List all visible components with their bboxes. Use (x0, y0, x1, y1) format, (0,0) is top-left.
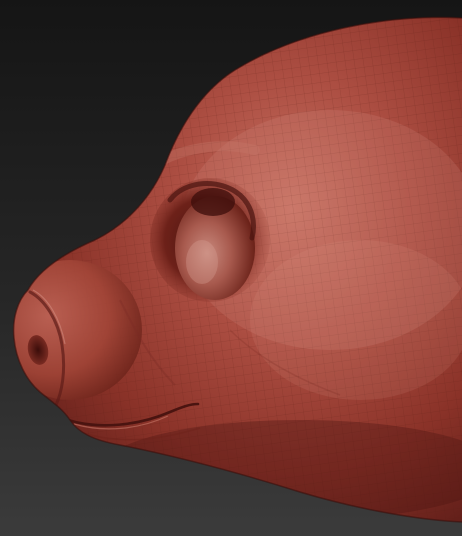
sculpt-viewport[interactable] (0, 0, 462, 536)
sculpt-render (0, 0, 462, 536)
